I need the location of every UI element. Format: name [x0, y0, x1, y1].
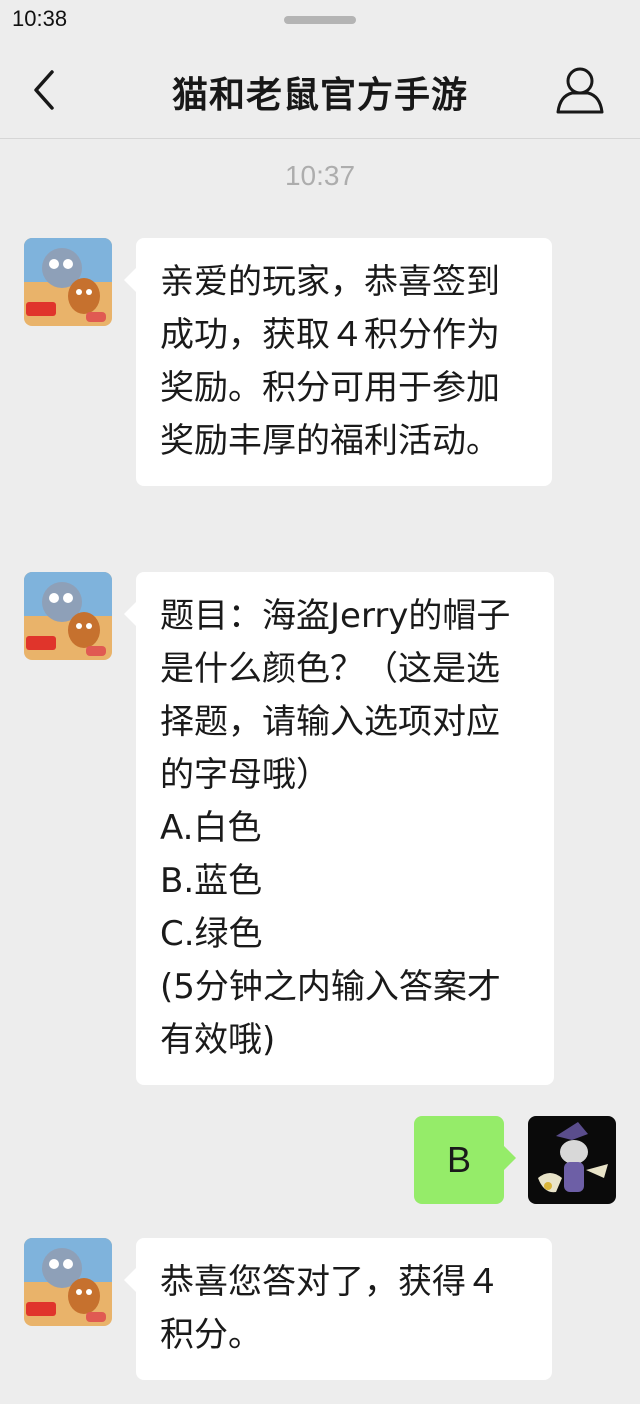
chat-timestamp: 10:37	[284, 160, 356, 191]
home-indicator	[284, 16, 356, 24]
game-avatar-icon[interactable]	[24, 572, 112, 660]
message-bubble[interactable]: 亲爱的玩家，恭喜签到成功，获取４积分作为奖励。积分可用于参加奖励丰厚的福利活动。	[124, 238, 552, 486]
sent-message-bubble[interactable]: B	[414, 1116, 516, 1204]
message-bubble[interactable]: 恭喜您答对了，获得４积分。	[124, 1238, 552, 1380]
game-avatar-icon[interactable]	[24, 1238, 112, 1326]
game-avatar-icon[interactable]	[24, 238, 112, 326]
nav-bar: 猫和老鼠官方手游	[0, 40, 640, 139]
status-bar: 10:38	[0, 0, 640, 40]
profile-button[interactable]	[554, 66, 606, 116]
person-icon	[556, 67, 604, 114]
chevron-left-icon	[34, 70, 54, 110]
status-time: 10:38	[12, 6, 68, 31]
user-avatar-icon[interactable]	[528, 1116, 616, 1204]
page-title: 猫和老鼠官方手游	[171, 75, 468, 116]
message-bubble[interactable]: 题目：海盗Jerry的帽子是什么颜色？（这是选择题，请输入选项对应的字母哦） A…	[124, 572, 554, 1085]
back-button[interactable]	[26, 68, 66, 112]
